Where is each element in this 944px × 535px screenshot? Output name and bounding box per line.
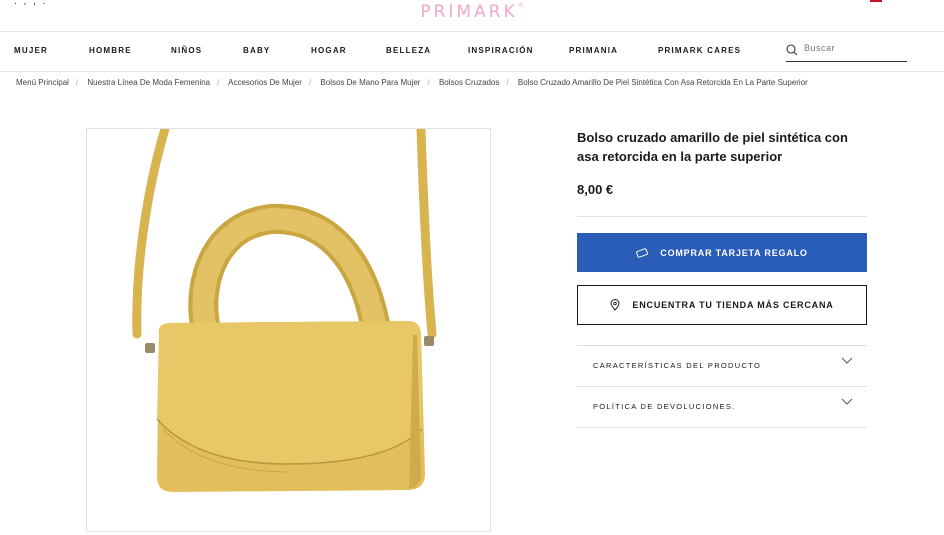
logo-text: PRIMARK <box>420 2 518 22</box>
product-title: Bolso cruzado amarillo de piel sintética… <box>577 130 848 164</box>
nav-item-belleza[interactable]: BELLEZA <box>386 46 431 55</box>
divider <box>577 216 867 217</box>
breadcrumb-item[interactable]: Accesorios De Mujer <box>228 78 302 87</box>
nav-item-primark-cares[interactable]: PRIMARK CARES <box>658 46 741 55</box>
gift-card-icon <box>636 247 649 258</box>
nav-item-hogar[interactable]: HOGAR <box>311 46 347 55</box>
nav-item-inspiracion[interactable]: INSPIRACIÓN <box>468 46 534 55</box>
accordion-product-features[interactable]: CARACTERÍSTICAS DEL PRODUCTO <box>577 345 867 386</box>
main-navigation: MUJER HOMBRE NIÑOS BABY HOGAR BELLEZA IN… <box>0 32 944 72</box>
buy-gift-card-label: COMPRAR TARJETA REGALO <box>660 247 808 258</box>
accordion-label: CARACTERÍSTICAS DEL PRODUCTO <box>593 361 762 370</box>
site-header: . , , . PRIMARK® <box>0 0 944 32</box>
breadcrumb-item[interactable]: Bolsos Cruzados <box>439 78 499 87</box>
nav-item-primania[interactable]: PRIMANIA <box>569 46 618 55</box>
location-pin-icon <box>610 299 620 311</box>
breadcrumb-item[interactable]: Menú Principal <box>16 78 69 87</box>
primark-logo[interactable]: PRIMARK® <box>0 2 944 22</box>
product-image[interactable] <box>86 128 491 532</box>
breadcrumb-separator: / <box>308 78 312 87</box>
cart-icon[interactable] <box>870 0 882 2</box>
search-placeholder: Buscar <box>804 43 836 53</box>
nav-item-baby[interactable]: BABY <box>243 46 270 55</box>
breadcrumb-separator: / <box>217 78 220 87</box>
accordion-label: POLÍTICA DE DEVOLUCIONES. <box>593 402 736 411</box>
find-store-button[interactable]: ENCUENTRA TU TIENDA MÁS CERCANA <box>577 285 867 325</box>
nav-item-mujer[interactable]: MUJER <box>14 46 48 55</box>
search-input[interactable]: Buscar <box>786 41 907 62</box>
breadcrumb-item[interactable]: Nuestra Línea De Moda Femenina <box>87 78 210 87</box>
search-icon <box>786 44 798 56</box>
breadcrumb: Menú Principal / Nuestra Línea De Moda Fe… <box>16 78 808 87</box>
nav-item-ninos[interactable]: NIÑOS <box>171 46 202 55</box>
breadcrumb-separator: / <box>427 78 430 87</box>
nav-item-hombre[interactable]: HOMBRE <box>89 46 132 55</box>
chevron-down-icon <box>841 357 853 364</box>
breadcrumb-current: Bolso Cruzado Amarillo De Piel Sintética… <box>517 78 808 87</box>
breadcrumb-item[interactable]: Bolsos De Mano Para Mujer <box>320 78 420 87</box>
breadcrumb-separator: / <box>506 78 509 87</box>
buy-gift-card-button[interactable]: COMPRAR TARJETA REGALO <box>577 233 867 272</box>
find-store-label: ENCUENTRA TU TIENDA MÁS CERCANA <box>632 300 834 310</box>
logo-registered-mark: ® <box>517 2 524 9</box>
divider <box>577 427 867 428</box>
bag-illustration <box>132 129 437 492</box>
chevron-down-icon <box>841 398 853 405</box>
product-price: 8,00 € <box>577 182 614 197</box>
breadcrumb-separator: / <box>75 78 79 87</box>
accordion-returns-policy[interactable]: POLÍTICA DE DEVOLUCIONES. <box>577 386 867 427</box>
